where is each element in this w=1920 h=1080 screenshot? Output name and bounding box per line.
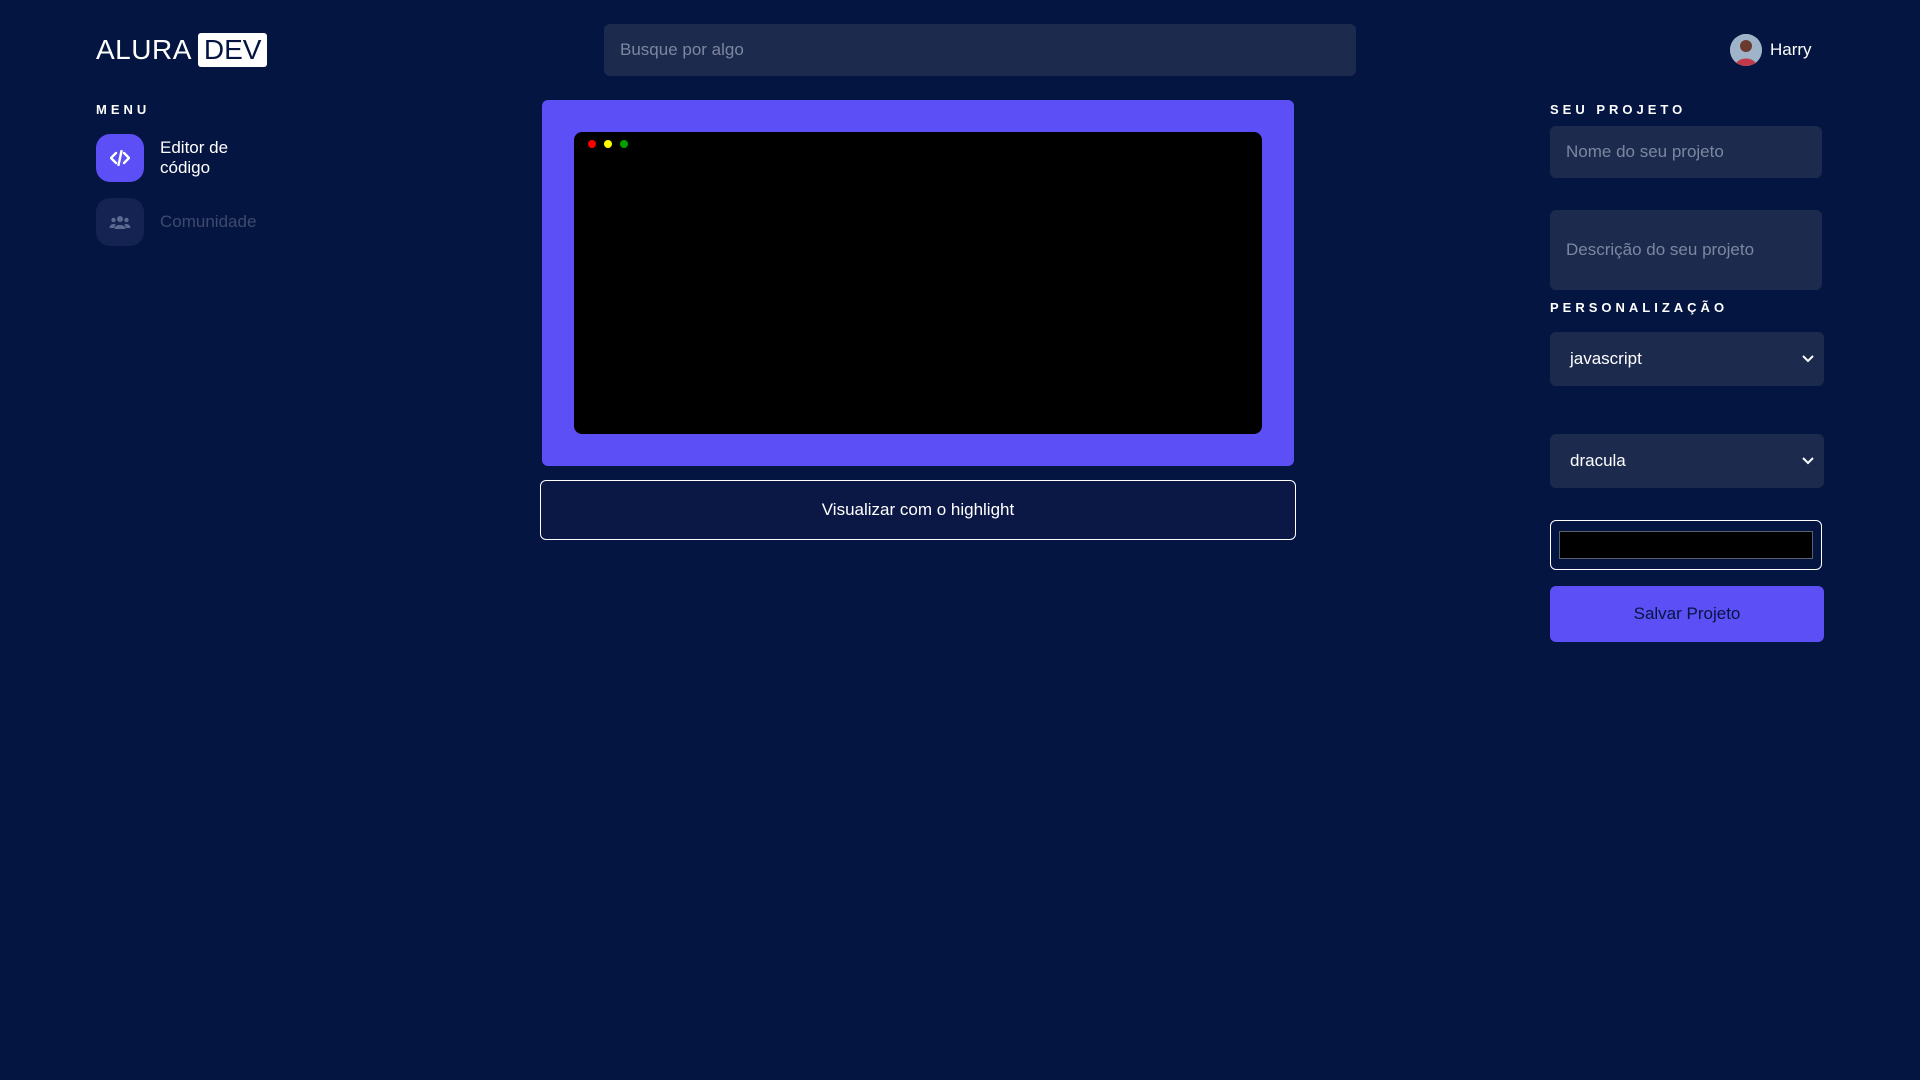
project-name-input[interactable] xyxy=(1550,126,1822,178)
highlight-button[interactable]: Visualizar com o highlight xyxy=(540,480,1296,540)
logo[interactable]: ALURA DEV xyxy=(96,33,268,67)
sidebar-item-code-editor[interactable]: Editor de código xyxy=(96,134,250,182)
save-project-button[interactable]: Salvar Projeto xyxy=(1550,586,1824,642)
sidebar-item-label: Comunidade xyxy=(160,212,257,231)
app-page: ALURA DEV Harry MENU Editor de código xyxy=(0,0,1920,1080)
menu-title: MENU xyxy=(96,102,151,117)
code-editor[interactable] xyxy=(574,132,1262,434)
language-select[interactable]: javascript xyxy=(1550,332,1824,386)
user-name: Harry xyxy=(1770,40,1812,59)
window-dot-yellow xyxy=(604,140,612,148)
user-profile[interactable]: Harry xyxy=(1730,33,1812,67)
avatar xyxy=(1730,34,1762,66)
project-description-input[interactable] xyxy=(1550,210,1822,290)
sidebar-item-community[interactable]: Comunidade xyxy=(96,198,256,246)
theme-select[interactable]: dracula xyxy=(1550,434,1824,488)
project-section-title: SEU PROJETO xyxy=(1550,102,1687,117)
editor-frame xyxy=(542,100,1294,466)
window-dot-red xyxy=(588,140,596,148)
sidebar-item-label: Editor de código xyxy=(160,138,229,177)
customization-section-title: PERSONALIZAÇÃO xyxy=(1550,300,1729,315)
people-icon xyxy=(96,198,144,246)
logo-text: ALURA xyxy=(96,34,192,65)
theme-select-value: dracula xyxy=(1570,451,1626,470)
code-icon xyxy=(96,134,144,182)
color-picker[interactable] xyxy=(1550,520,1822,570)
chevron-down-icon xyxy=(1802,457,1814,465)
window-dot-green xyxy=(620,140,628,148)
logo-badge: DEV xyxy=(197,33,268,67)
language-select-value: javascript xyxy=(1570,349,1642,368)
chevron-down-icon xyxy=(1802,355,1814,363)
color-swatch xyxy=(1559,531,1813,559)
search-input[interactable] xyxy=(604,24,1356,76)
